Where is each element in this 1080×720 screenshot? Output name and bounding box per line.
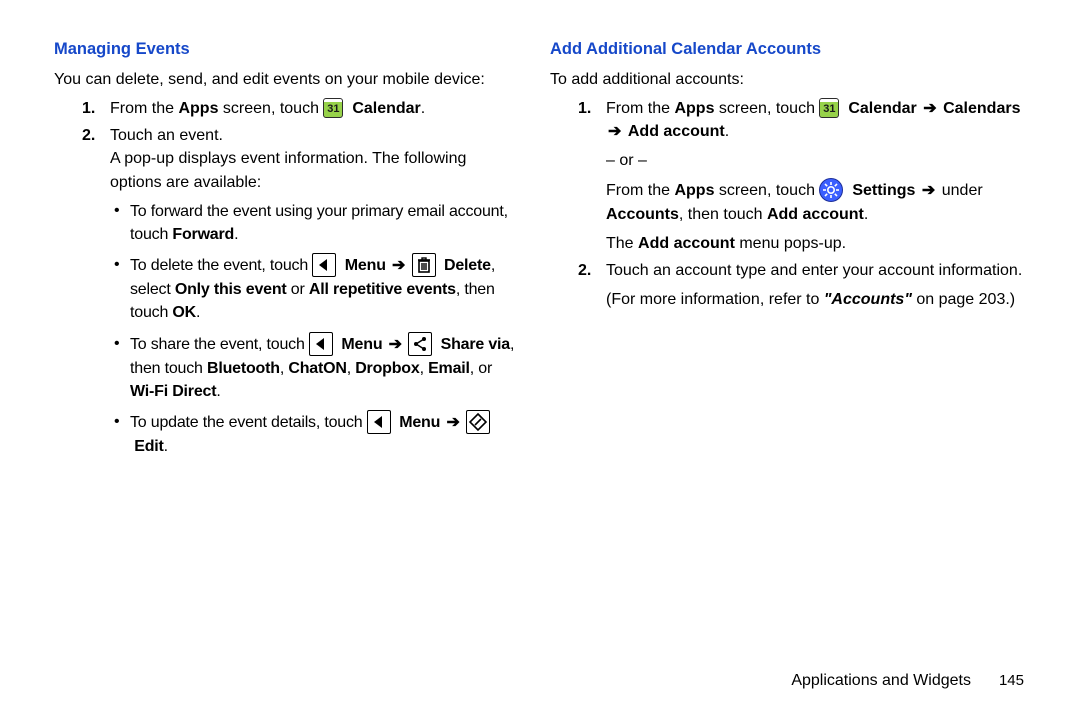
bold-apps: Apps [178, 100, 218, 117]
text: under [937, 182, 982, 199]
heading-managing-events: Managing Events [54, 38, 520, 62]
calendar-icon: 31 [819, 98, 839, 118]
text: . [421, 100, 425, 117]
or-separator: – or – [606, 149, 1026, 172]
arrow-icon: ➔ [387, 336, 404, 353]
bold-delete: Delete [444, 257, 491, 274]
cross-ref: (For more information, refer to "Account… [606, 288, 1026, 311]
add-account-pops-line: The Add account menu pops-up. [606, 232, 1026, 255]
text: (For more information, refer to [606, 291, 824, 308]
bold-email: Email [428, 360, 470, 377]
text: A pop-up displays event information. The… [110, 150, 466, 190]
bold-add-account: Add account [638, 235, 735, 252]
text: . [725, 123, 729, 140]
bold-share-via: Share via [441, 336, 510, 353]
page-footer: Applications and Widgets 145 [791, 669, 1024, 692]
text: on page 203.) [912, 291, 1015, 308]
bold-menu: Menu [399, 414, 440, 431]
r-step-2-body: Touch an account type and enter your acc… [606, 259, 1026, 311]
text: To share the event, touch [130, 336, 309, 353]
text: , [420, 360, 429, 377]
text: From the [606, 100, 674, 117]
text: From the [110, 100, 178, 117]
bullet-delete: To delete the event, touch Menu ➔ Delete… [114, 254, 520, 324]
bold-edit: Edit [134, 438, 163, 455]
step-number: 1. [578, 97, 596, 255]
text: To delete the event, touch [130, 257, 312, 274]
bold-chaton: ChatON [288, 360, 346, 377]
bold-ok: OK [172, 304, 196, 321]
bold-all-repetitive: All repetitive events [309, 281, 456, 298]
edit-pencil-icon [466, 410, 490, 434]
footer-section-title: Applications and Widgets [791, 669, 971, 692]
trash-icon [412, 253, 436, 277]
share-icon [408, 332, 432, 356]
ref-accounts-link: "Accounts" [824, 291, 912, 308]
text: , [347, 360, 356, 377]
calendar-icon: 31 [323, 98, 343, 118]
text: screen, touch [714, 182, 819, 199]
bold-dropbox: Dropbox [355, 360, 419, 377]
text: To update the event details, touch [130, 414, 367, 431]
step-number: 1. [82, 97, 100, 120]
settings-gear-icon [819, 178, 843, 202]
bold-only-this: Only this event [175, 281, 287, 298]
arrow-icon: ➔ [921, 100, 938, 117]
bold-calendar: Calendar [848, 100, 916, 117]
text: , or [470, 360, 492, 377]
bold-apps: Apps [674, 100, 714, 117]
text: screen, touch [218, 100, 323, 117]
text: , then touch [679, 206, 767, 223]
bold-apps: Apps [674, 182, 714, 199]
footer-page-number: 145 [999, 670, 1024, 692]
arrow-icon: ➔ [390, 257, 407, 274]
bold-add-account: Add account [628, 123, 725, 140]
bullet-forward: To forward the event using your primary … [114, 200, 520, 246]
intro-right: To add additional accounts: [550, 68, 1026, 91]
bold-add-account: Add account [767, 206, 864, 223]
text: . [216, 383, 220, 400]
back-triangle-icon [312, 253, 336, 277]
step-2-body: Touch an event. A pop-up displays event … [110, 124, 520, 466]
text: . [864, 206, 868, 223]
r-step-1-body: From the Apps screen, touch 31 Calendar … [606, 97, 1026, 255]
back-triangle-icon [367, 410, 391, 434]
step-number: 2. [578, 259, 596, 311]
text: Touch an account type and enter your acc… [606, 262, 1022, 279]
step-1-body: From the Apps screen, touch 31 Calendar. [110, 97, 520, 120]
text: . [164, 438, 168, 455]
arrow-icon: ➔ [606, 123, 623, 140]
bold-wifi-direct: Wi-Fi Direct [130, 383, 216, 400]
text: Touch an event. [110, 127, 223, 144]
bullet-edit: To update the event details, touch Menu … [114, 411, 520, 458]
heading-add-accounts: Add Additional Calendar Accounts [550, 38, 1026, 62]
step-number: 2. [82, 124, 100, 466]
text: screen, touch [714, 100, 819, 117]
bold-calendars: Calendars [943, 100, 1020, 117]
bold-menu: Menu [345, 257, 386, 274]
bold-accounts: Accounts [606, 206, 679, 223]
bold-forward: Forward [172, 226, 234, 243]
back-triangle-icon [309, 332, 333, 356]
arrow-icon: ➔ [444, 414, 461, 431]
arrow-icon: ➔ [920, 182, 937, 199]
bullet-share: To share the event, touch Menu ➔ Share v… [114, 333, 520, 403]
text: . [196, 304, 200, 321]
bold-bluetooth: Bluetooth [207, 360, 280, 377]
text: . [234, 226, 238, 243]
text: menu pops-up. [735, 235, 846, 252]
text: or [287, 281, 309, 298]
bold-settings: Settings [852, 182, 915, 199]
text: From the [606, 182, 674, 199]
bold-calendar: Calendar [352, 100, 420, 117]
bold-menu: Menu [341, 336, 382, 353]
intro-left: You can delete, send, and edit events on… [54, 68, 520, 91]
text: The [606, 235, 638, 252]
